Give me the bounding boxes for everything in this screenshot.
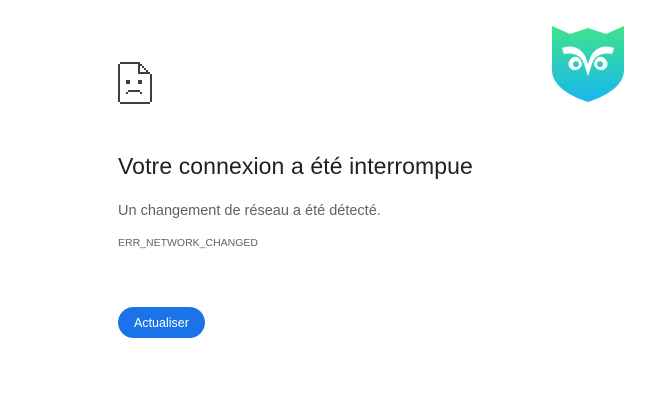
- sad-document-icon: [118, 62, 152, 104]
- owl-logo-icon: [552, 26, 624, 102]
- error-page: Votre connexion a été interrompue Un cha…: [0, 0, 666, 410]
- reload-button[interactable]: Actualiser: [118, 307, 205, 338]
- error-message: Un changement de réseau a été détecté.: [118, 203, 381, 219]
- page-title: Votre connexion a été interrompue: [118, 153, 473, 179]
- error-code: ERR_NETWORK_CHANGED: [118, 237, 259, 249]
- error-content: Votre connexion a été interrompue Un cha…: [118, 150, 618, 250]
